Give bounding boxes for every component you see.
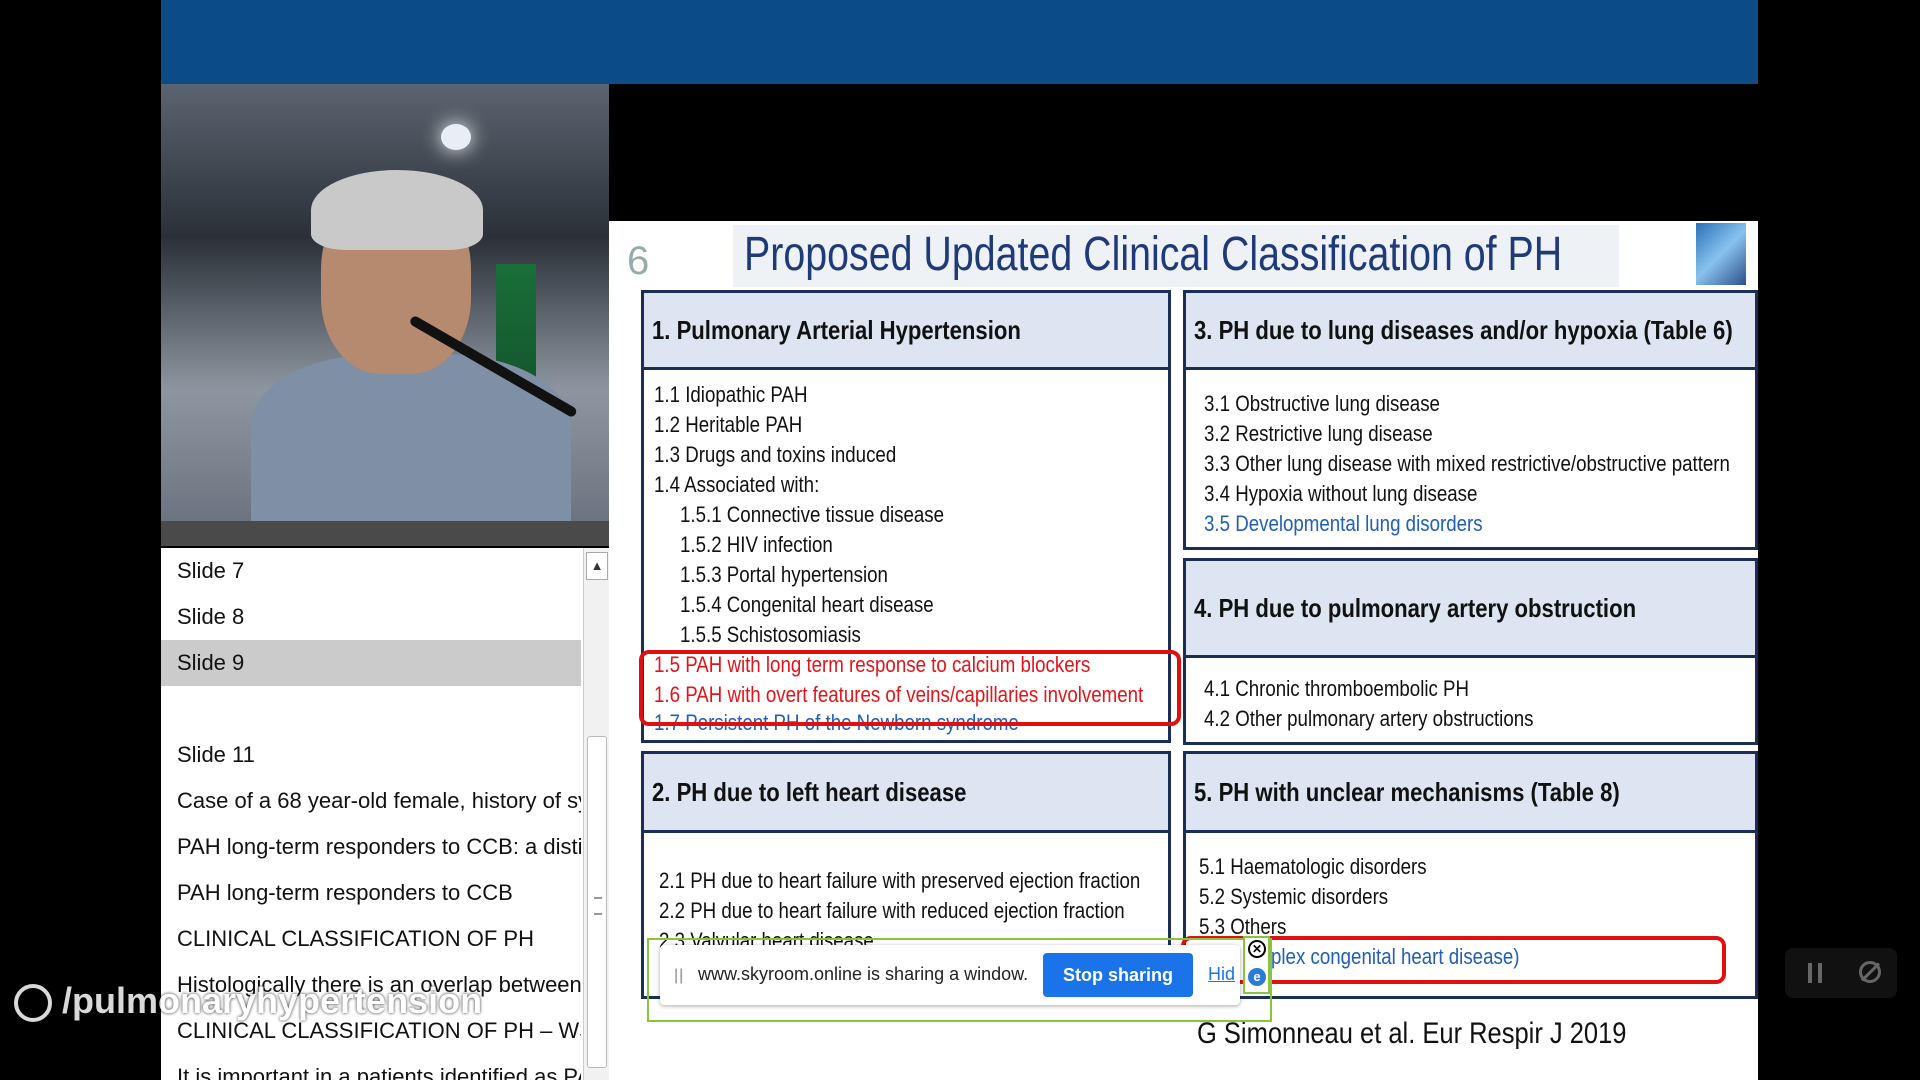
watermark-logo-icon <box>14 984 52 1023</box>
s4-line: 4.2 Other pulmonary artery obstructions <box>1204 706 1534 731</box>
s3-line: 3.2 Restrictive lung disease <box>1204 421 1433 446</box>
presenter-webcam <box>161 84 609 521</box>
s3-line: 3.1 Obstructive lung disease <box>1204 391 1440 416</box>
section-3-heading: 3. PH due to lung diseases and/or hypoxi… <box>1183 290 1758 370</box>
s1-line: 1.5.5 Schistosomiasis <box>680 622 861 647</box>
s1-line: 1.5.2 HIV infection <box>680 532 833 557</box>
slide-list-item-active[interactable]: Slide 9 <box>161 640 581 686</box>
citation: G Simonneau et al. Eur Respir J 2019 <box>1197 1017 1627 1050</box>
s5-line: 5.2 Systemic disorders <box>1199 884 1389 909</box>
s1-line: 1.4 Associated with: <box>654 472 820 497</box>
section-1-heading: 1. Pulmonary Arterial Hypertension <box>641 290 1171 370</box>
emblem-icon <box>1696 223 1746 285</box>
slide-list-item[interactable]: Slide 11 <box>161 732 581 778</box>
drag-handle-icon[interactable]: || <box>674 967 684 985</box>
s3-line-new: 3.5 Developmental lung disorders <box>1204 511 1483 536</box>
s1-line: 1.5.1 Connective tissue disease <box>680 502 945 527</box>
s1-line: 1.2 Heritable PAH <box>654 412 803 437</box>
share-mini-controls: ✕ e <box>1243 936 1270 994</box>
stop-sharing-button[interactable]: Stop sharing <box>1043 953 1193 997</box>
hide-link[interactable]: Hid <box>1208 964 1235 985</box>
presenter-hair <box>311 170 483 250</box>
section-5-heading: 5. PH with unclear mechanisms (Table 8) <box>1183 751 1758 833</box>
scrollbar-thumb[interactable] <box>587 736 607 1068</box>
slide-title: Proposed Updated Clinical Classification… <box>744 228 1563 281</box>
slide-list-item[interactable]: Case of a 68 year-old female, history of… <box>161 778 581 824</box>
section-2-heading: 2. PH due to left heart disease <box>641 751 1171 833</box>
top-header-bar <box>161 0 1758 84</box>
logo-icon: 6 <box>627 239 650 283</box>
share-message: www.skyroom.online is sharing a window. <box>698 964 1029 984</box>
s3-line: 3.3 Other lung disease with mixed restri… <box>1204 451 1730 476</box>
s5-line: 5.1 Haematologic disorders <box>1199 854 1427 879</box>
ceiling-light <box>441 124 471 150</box>
screen-share-bar: || www.skyroom.online is sharing a windo… <box>660 945 1240 1005</box>
highlight-box <box>639 650 1181 726</box>
s2-line: 2.2 PH due to heart failure with reduced… <box>659 898 1125 923</box>
close-icon[interactable]: ✕ <box>1248 940 1266 958</box>
player-controls <box>1785 948 1897 998</box>
slide-list-item[interactable]: PAH long-term responders to CCB <box>161 870 581 916</box>
s1-line: 1.3 Drugs and toxins induced <box>654 442 897 467</box>
s3-line: 3.4 Hypoxia without lung disease <box>1204 481 1478 506</box>
slide-list-item[interactable]: CLINICAL CLASSIFICATION OF PH <box>161 916 581 962</box>
pause-icon[interactable] <box>1808 963 1822 983</box>
slide-list-item[interactable] <box>161 686 581 732</box>
extension-icon[interactable]: e <box>1248 968 1266 986</box>
s1-line: 1.1 Idiopathic PAH <box>654 382 808 407</box>
grip-icon <box>594 897 602 915</box>
s1-line: 1.5.3 Portal hypertension <box>680 562 888 587</box>
slide-list-scrollbar[interactable]: ▲ <box>583 548 610 1080</box>
scroll-up-arrow-icon[interactable]: ▲ <box>586 552 608 580</box>
s1-line: 1.5.4 Congenital heart disease <box>680 592 934 617</box>
slide-list-item[interactable]: PAH long-term responders to CCB: a disti… <box>161 824 581 870</box>
no-video-icon[interactable] <box>1859 961 1881 983</box>
section-4-heading: 4. PH due to pulmonary artery obstructio… <box>1183 558 1758 658</box>
webcam-caption-strip <box>161 521 609 546</box>
s4-line: 4.1 Chronic thromboembolic PH <box>1204 676 1470 701</box>
s2-line: 2.1 PH due to heart failure with preserv… <box>659 868 1141 893</box>
slide-list-item[interactable]: Slide 8 <box>161 594 581 640</box>
watermark: /pulmonaryhypertension <box>14 980 483 1023</box>
slide-list-item[interactable]: It is important in a patients identified… <box>161 1054 581 1080</box>
watermark-text: /pulmonaryhypertension <box>62 980 483 1021</box>
slide-list-item[interactable]: Slide 7 <box>161 548 581 594</box>
